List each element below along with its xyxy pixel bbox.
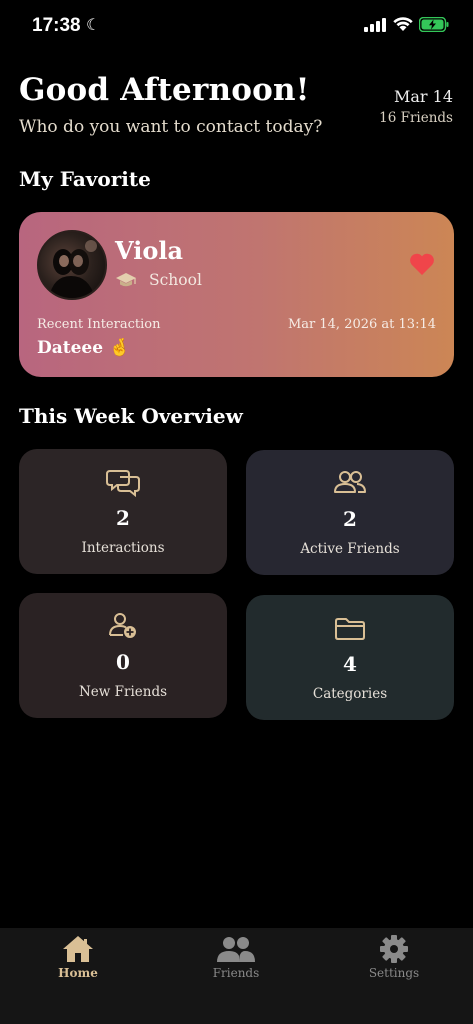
moon-icon: ☾ (86, 15, 101, 34)
stat-label: New Friends (78, 684, 168, 700)
section-title-favorite: My Favorite (19, 167, 151, 191)
graduation-cap-icon (116, 273, 136, 287)
stat-label: Interactions (81, 540, 165, 556)
stat-label: Active Friends (300, 541, 400, 557)
status-time: 17:38 (32, 15, 81, 36)
stat-card-interactions[interactable]: 2 Interactions (19, 449, 227, 574)
battery-charging-icon (419, 17, 449, 32)
greeting-title: Good Afternoon! (19, 72, 310, 108)
tab-friends[interactable]: Friends (176, 934, 296, 980)
gear-icon (380, 935, 408, 963)
cellular-signal-icon (364, 18, 386, 32)
chat-bubbles-icon (106, 470, 140, 497)
stat-value: 2 (116, 506, 130, 530)
stat-card-active-friends[interactable]: 2 Active Friends (246, 450, 454, 575)
folder-icon (335, 618, 365, 640)
tab-label: Home (58, 966, 98, 980)
favorite-name: Viola (115, 236, 183, 265)
heart-icon[interactable] (409, 252, 435, 276)
recent-interaction-label: Recent Interaction (37, 317, 161, 332)
tab-home[interactable]: Home (18, 934, 138, 980)
recent-interaction-date: Mar 14, 2026 at 13:14 (287, 317, 436, 332)
stat-card-new-friends[interactable]: 0 New Friends (19, 593, 227, 718)
add-person-icon (109, 613, 136, 638)
section-title-overview: This Week Overview (19, 404, 243, 428)
home-icon (63, 936, 93, 962)
wifi-icon (393, 17, 413, 31)
stat-label: Categories (312, 686, 388, 702)
stat-value: 2 (343, 507, 357, 531)
favorite-friend-card[interactable]: Viola School Recent Interaction Mar 14, … (19, 212, 454, 377)
stat-card-categories[interactable]: 4 Categories (246, 595, 454, 720)
friends-icon (217, 937, 255, 962)
favorite-category: School (149, 271, 202, 289)
status-bar: 17:38 ☾ (0, 0, 473, 52)
stat-value: 0 (116, 650, 130, 674)
greeting-subtitle: Who do you want to contact today? (19, 117, 323, 137)
recent-interaction-text: Dateee 🤞 (37, 338, 131, 358)
tab-settings[interactable]: Settings (334, 934, 454, 980)
stat-value: 4 (343, 652, 357, 676)
tab-label: Friends (212, 966, 260, 980)
friends-count: 16 Friends (379, 110, 453, 126)
avatar (37, 230, 107, 300)
header-date: Mar 14 (393, 87, 453, 106)
people-icon (334, 471, 366, 493)
tab-label: Settings (368, 966, 420, 980)
